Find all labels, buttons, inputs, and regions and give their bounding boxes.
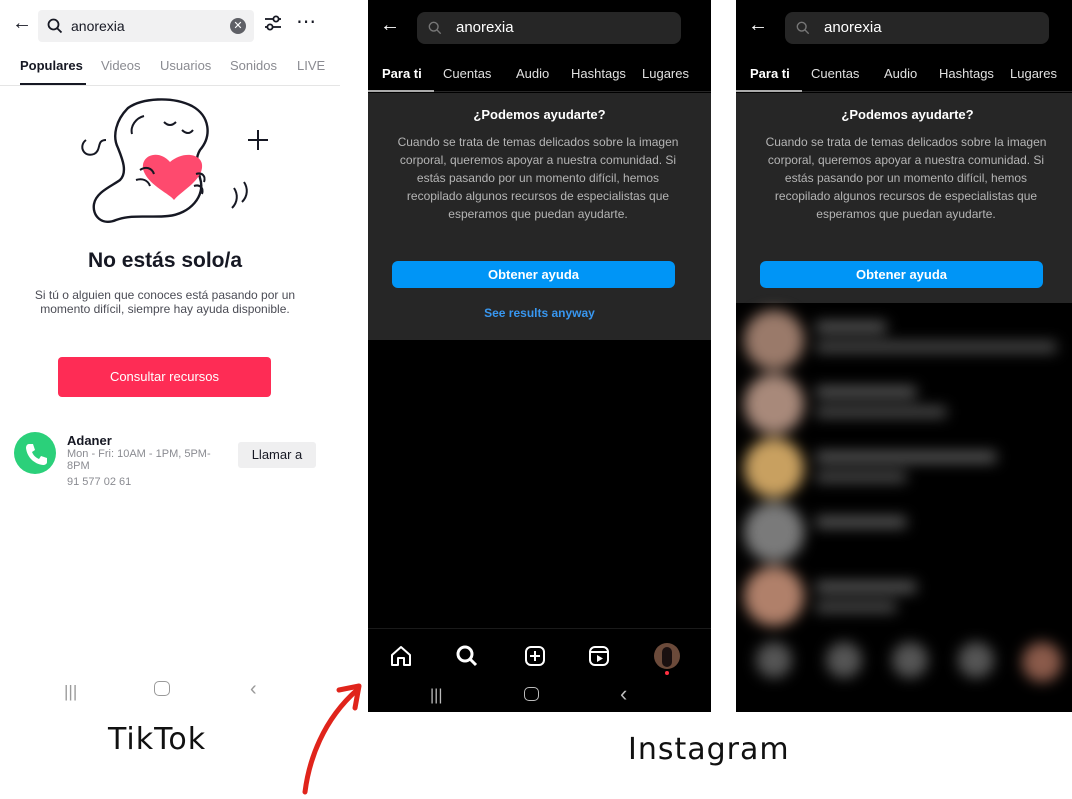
back-nav-icon[interactable]: ‹ — [250, 678, 257, 701]
help-panel: ¿Podemos ayudarte? Cuando se trata de te… — [736, 93, 1072, 303]
tab-hashtags[interactable]: Hashtags — [571, 66, 626, 81]
tiktok-tabs: Populares Videos Usuarios Sonidos LIVE — [0, 56, 340, 86]
nav-blob — [756, 642, 792, 678]
tab-para-ti[interactable]: Para ti — [750, 66, 790, 81]
create-post-icon[interactable] — [522, 643, 548, 669]
result-line — [816, 472, 906, 482]
back-arrow-icon[interactable]: ← — [380, 14, 400, 37]
profile-avatar[interactable] — [654, 643, 680, 669]
tiktok-caption: TikTok — [108, 722, 207, 757]
heart-hug-illustration — [81, 98, 268, 223]
instagram-tabs: Para ti Cuentas Audio Hashtags Lugares — [736, 62, 1072, 92]
recent-apps-icon[interactable]: ||| — [64, 682, 77, 702]
search-icon — [47, 18, 63, 34]
back-nav-icon[interactable]: ‹ — [620, 681, 627, 707]
search-bar[interactable]: anorexia — [785, 12, 1049, 44]
result-line — [816, 342, 1056, 352]
annotation-arrow-icon — [302, 683, 362, 795]
panel-title: ¿Podemos ayudarte? — [473, 107, 606, 122]
page-title: No estás solo/a — [87, 249, 243, 272]
android-nav-bar: ||| ‹ — [0, 678, 340, 708]
tab-hashtags[interactable]: Hashtags — [939, 66, 994, 81]
android-nav-bar: ||| ‹ — [368, 681, 711, 711]
panel-description: Cuando se trata de temas delicados sobre… — [765, 135, 1047, 221]
result-avatar[interactable] — [744, 310, 804, 370]
nav-blob — [892, 642, 928, 678]
tab-audio[interactable]: Audio — [884, 66, 917, 81]
home-button-icon[interactable] — [524, 687, 539, 701]
result-avatar[interactable] — [744, 374, 804, 434]
instagram-screen-2: ← anorexia Para ti Cuentas Audio Hashtag… — [736, 0, 1072, 712]
tab-usuarios[interactable]: Usuarios — [160, 58, 211, 73]
help-description: Si tú o alguien que conoces está pasando… — [34, 288, 296, 316]
filter-icon[interactable] — [263, 13, 283, 33]
result-line — [816, 517, 906, 527]
instagram-screen-1: ← anorexia Para ti Cuentas Audio Hashtag… — [368, 0, 711, 712]
blurred-search-results — [736, 302, 1072, 712]
notification-dot — [665, 671, 669, 675]
tab-live[interactable]: LIVE — [297, 58, 325, 73]
recent-apps-icon[interactable]: ||| — [430, 687, 442, 705]
active-tab-indicator — [736, 90, 802, 92]
result-line — [816, 407, 946, 417]
call-button[interactable]: Llamar a — [238, 442, 316, 468]
tab-para-ti[interactable]: Para ti — [382, 66, 422, 81]
get-help-button[interactable]: Obtener ayuda — [760, 261, 1043, 288]
search-nav-icon[interactable] — [454, 643, 480, 669]
result-line — [816, 322, 886, 332]
home-button-icon[interactable] — [154, 681, 170, 696]
tab-lugares[interactable]: Lugares — [642, 66, 689, 81]
panel-description: Cuando se trata de temas delicados sobre… — [397, 135, 679, 221]
consult-resources-button[interactable]: Consultar recursos — [58, 357, 271, 397]
phone-icon — [14, 432, 56, 474]
nav-blob — [826, 642, 862, 678]
more-options-icon[interactable]: ⋯ — [296, 9, 317, 34]
search-bar[interactable]: anorexia — [417, 12, 681, 44]
help-panel: ¿Podemos ayudarte? Cuando se trata de te… — [368, 93, 711, 340]
result-avatar[interactable] — [744, 438, 804, 498]
contact-phone: 91 577 02 61 — [67, 476, 132, 488]
tiktok-top-bar: ← anorexia ✕ ⋯ — [0, 0, 340, 50]
home-icon[interactable] — [388, 643, 414, 669]
search-icon — [796, 21, 810, 35]
result-avatar[interactable] — [744, 502, 804, 562]
tab-lugares[interactable]: Lugares — [1010, 66, 1057, 81]
search-input[interactable]: anorexia — [456, 19, 514, 36]
see-results-anyway-link[interactable]: See results anyway — [368, 306, 711, 320]
result-line — [816, 387, 916, 397]
active-tab-indicator — [20, 83, 86, 85]
result-avatar[interactable] — [744, 566, 804, 626]
instagram-tabs: Para ti Cuentas Audio Hashtags Lugares — [368, 62, 711, 92]
search-input[interactable]: anorexia — [71, 18, 125, 34]
tab-audio[interactable]: Audio — [516, 66, 549, 81]
get-help-button[interactable]: Obtener ayuda — [392, 261, 675, 288]
nav-blob — [958, 642, 994, 678]
panel-title: ¿Podemos ayudarte? — [841, 107, 974, 122]
back-arrow-icon[interactable]: ← — [748, 14, 768, 37]
search-input[interactable]: anorexia — [824, 19, 882, 36]
nav-blob — [1022, 642, 1062, 682]
clear-icon[interactable]: ✕ — [230, 18, 246, 34]
reels-icon[interactable] — [586, 643, 612, 669]
contact-hours: Mon - Fri: 10AM - 1PM, 5PM-8PM — [67, 448, 211, 472]
back-arrow-icon[interactable]: ← — [12, 12, 32, 35]
tab-populares[interactable]: Populares — [20, 58, 83, 73]
contact-name: Adaner — [67, 433, 112, 448]
search-icon — [428, 21, 442, 35]
search-bar[interactable]: anorexia ✕ — [38, 10, 254, 42]
tab-videos[interactable]: Videos — [101, 58, 141, 73]
result-line — [816, 602, 896, 612]
active-tab-indicator — [368, 90, 434, 92]
result-line — [816, 452, 996, 462]
tab-cuentas[interactable]: Cuentas — [443, 66, 491, 81]
result-line — [816, 582, 916, 592]
instagram-caption: Instagram — [628, 732, 790, 767]
instagram-bottom-nav: ||| ‹ — [368, 628, 711, 712]
tab-sonidos[interactable]: Sonidos — [230, 58, 277, 73]
tiktok-screen: ← anorexia ✕ ⋯ Populares Videos Usuarios… — [0, 0, 340, 712]
tab-cuentas[interactable]: Cuentas — [811, 66, 859, 81]
